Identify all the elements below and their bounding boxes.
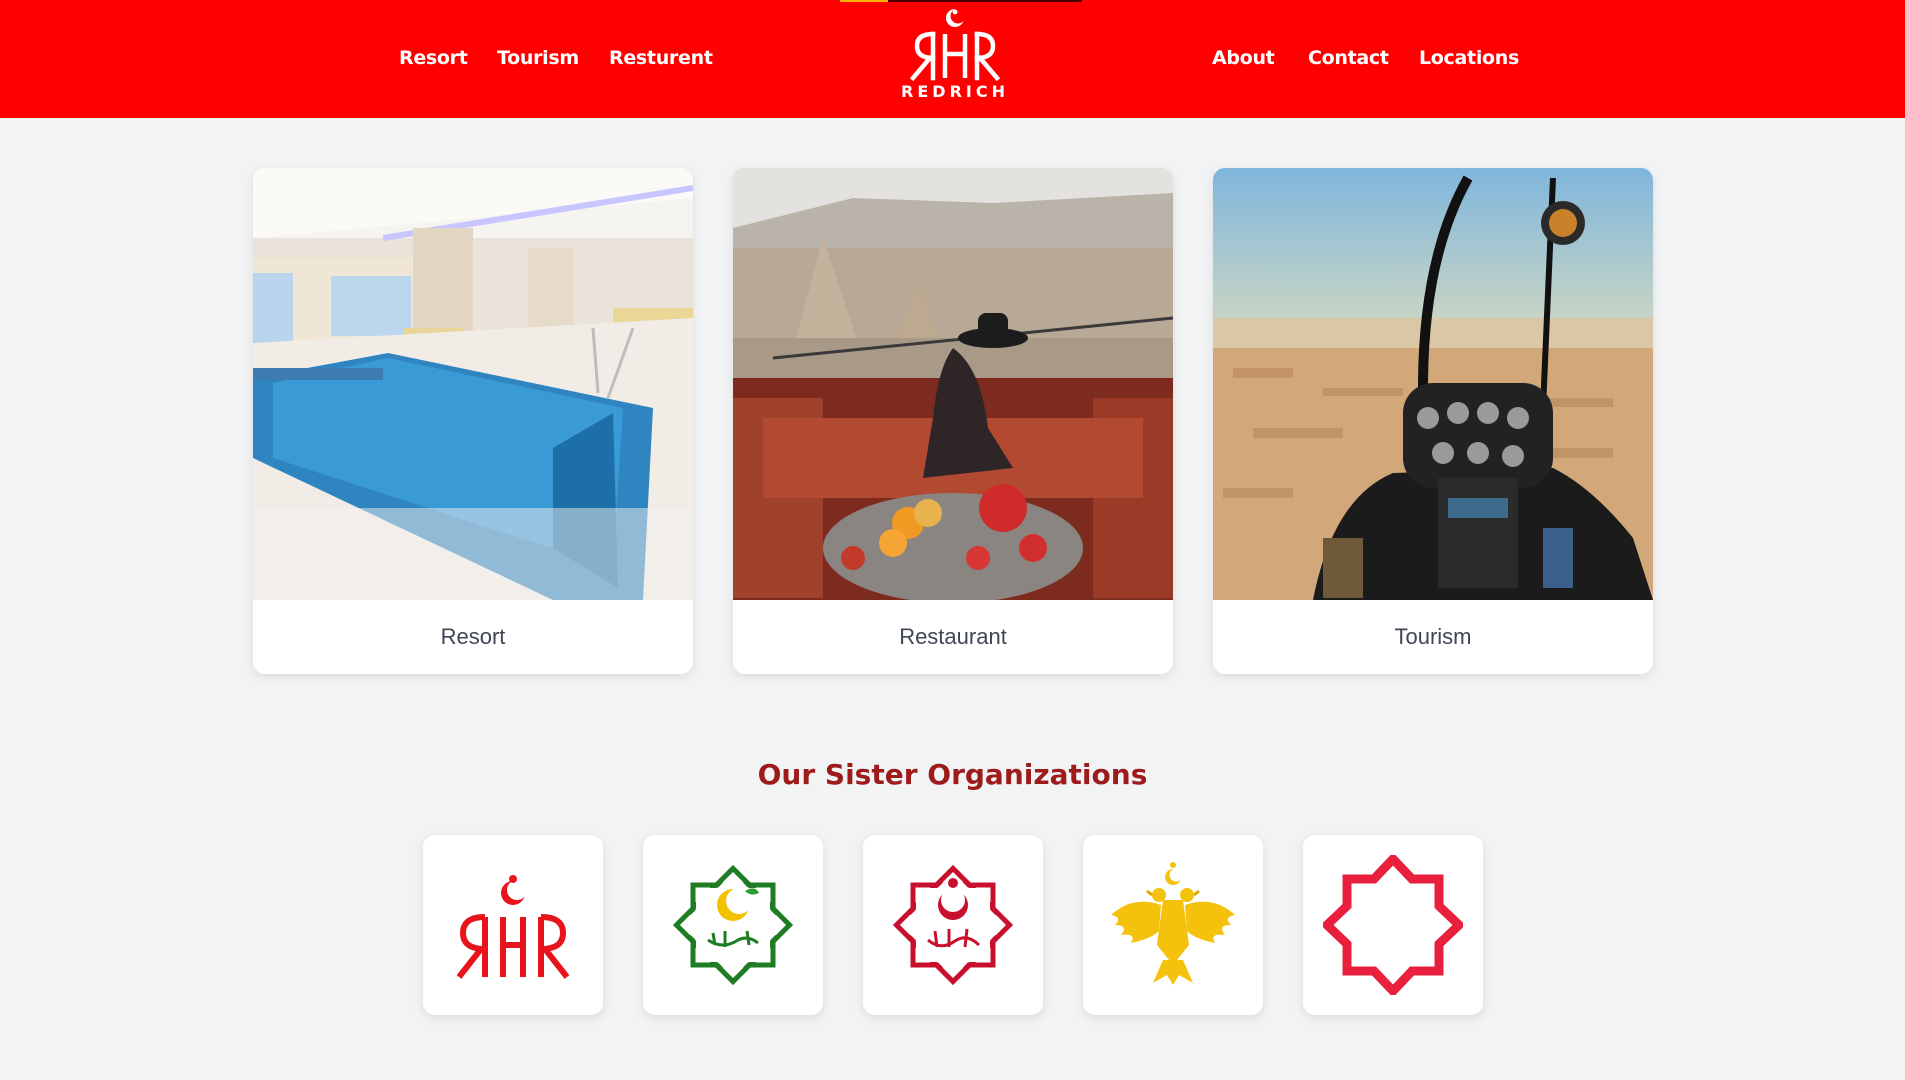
card-label: Tourism: [1394, 624, 1472, 649]
card-image: [253, 168, 693, 600]
rooftop-terrace-dining-photo: [733, 168, 1173, 600]
card-label: Resort: [440, 624, 506, 649]
sister-org-red-crescent[interactable]: [863, 835, 1043, 1015]
sister-org-octagram[interactable]: [1303, 835, 1483, 1015]
nav-link-about[interactable]: About: [1212, 47, 1275, 69]
nav-link-contact[interactable]: Contact: [1308, 47, 1389, 69]
card-tourism[interactable]: Tourism: [1213, 168, 1653, 674]
golden-double-eagle-logo-icon: [1111, 862, 1235, 985]
brand-logo[interactable]: REDRICH: [895, 6, 1015, 110]
red-crescent-star-logo-icon: [892, 864, 1014, 986]
green-crescent-star-logo-icon: [672, 864, 794, 986]
nav-link-locations[interactable]: Locations: [1419, 47, 1519, 69]
section-title-sister-organizations: Our Sister Organizations: [757, 758, 1148, 791]
card-image: [1213, 168, 1653, 600]
card-label: Restaurant: [899, 624, 1007, 649]
sister-org-double-eagle[interactable]: [1083, 835, 1263, 1015]
top-accent-strip: [840, 0, 1082, 2]
top-navbar: Resort Tourism Resturent REDRICH About C…: [0, 0, 1905, 118]
helicopter-cockpit-city-view-photo: [1213, 168, 1653, 600]
card-resort[interactable]: Resort: [253, 168, 693, 674]
redrich-monogram-icon: [909, 8, 1001, 82]
nav-link-tourism[interactable]: Tourism: [497, 47, 579, 69]
redrich-monogram-logo-icon: [456, 875, 570, 979]
brand-name: REDRICH: [901, 82, 1009, 101]
red-octagram-logo-icon: [1323, 855, 1463, 995]
nav-link-resturent[interactable]: Resturent: [609, 47, 713, 69]
sister-org-green[interactable]: [643, 835, 823, 1015]
nav-link-resort[interactable]: Resort: [399, 47, 468, 69]
card-image: [733, 168, 1173, 600]
card-restaurant[interactable]: Restaurant: [733, 168, 1173, 674]
sister-org-redrich[interactable]: [423, 835, 603, 1015]
indoor-swimming-pool-photo: [253, 168, 693, 600]
